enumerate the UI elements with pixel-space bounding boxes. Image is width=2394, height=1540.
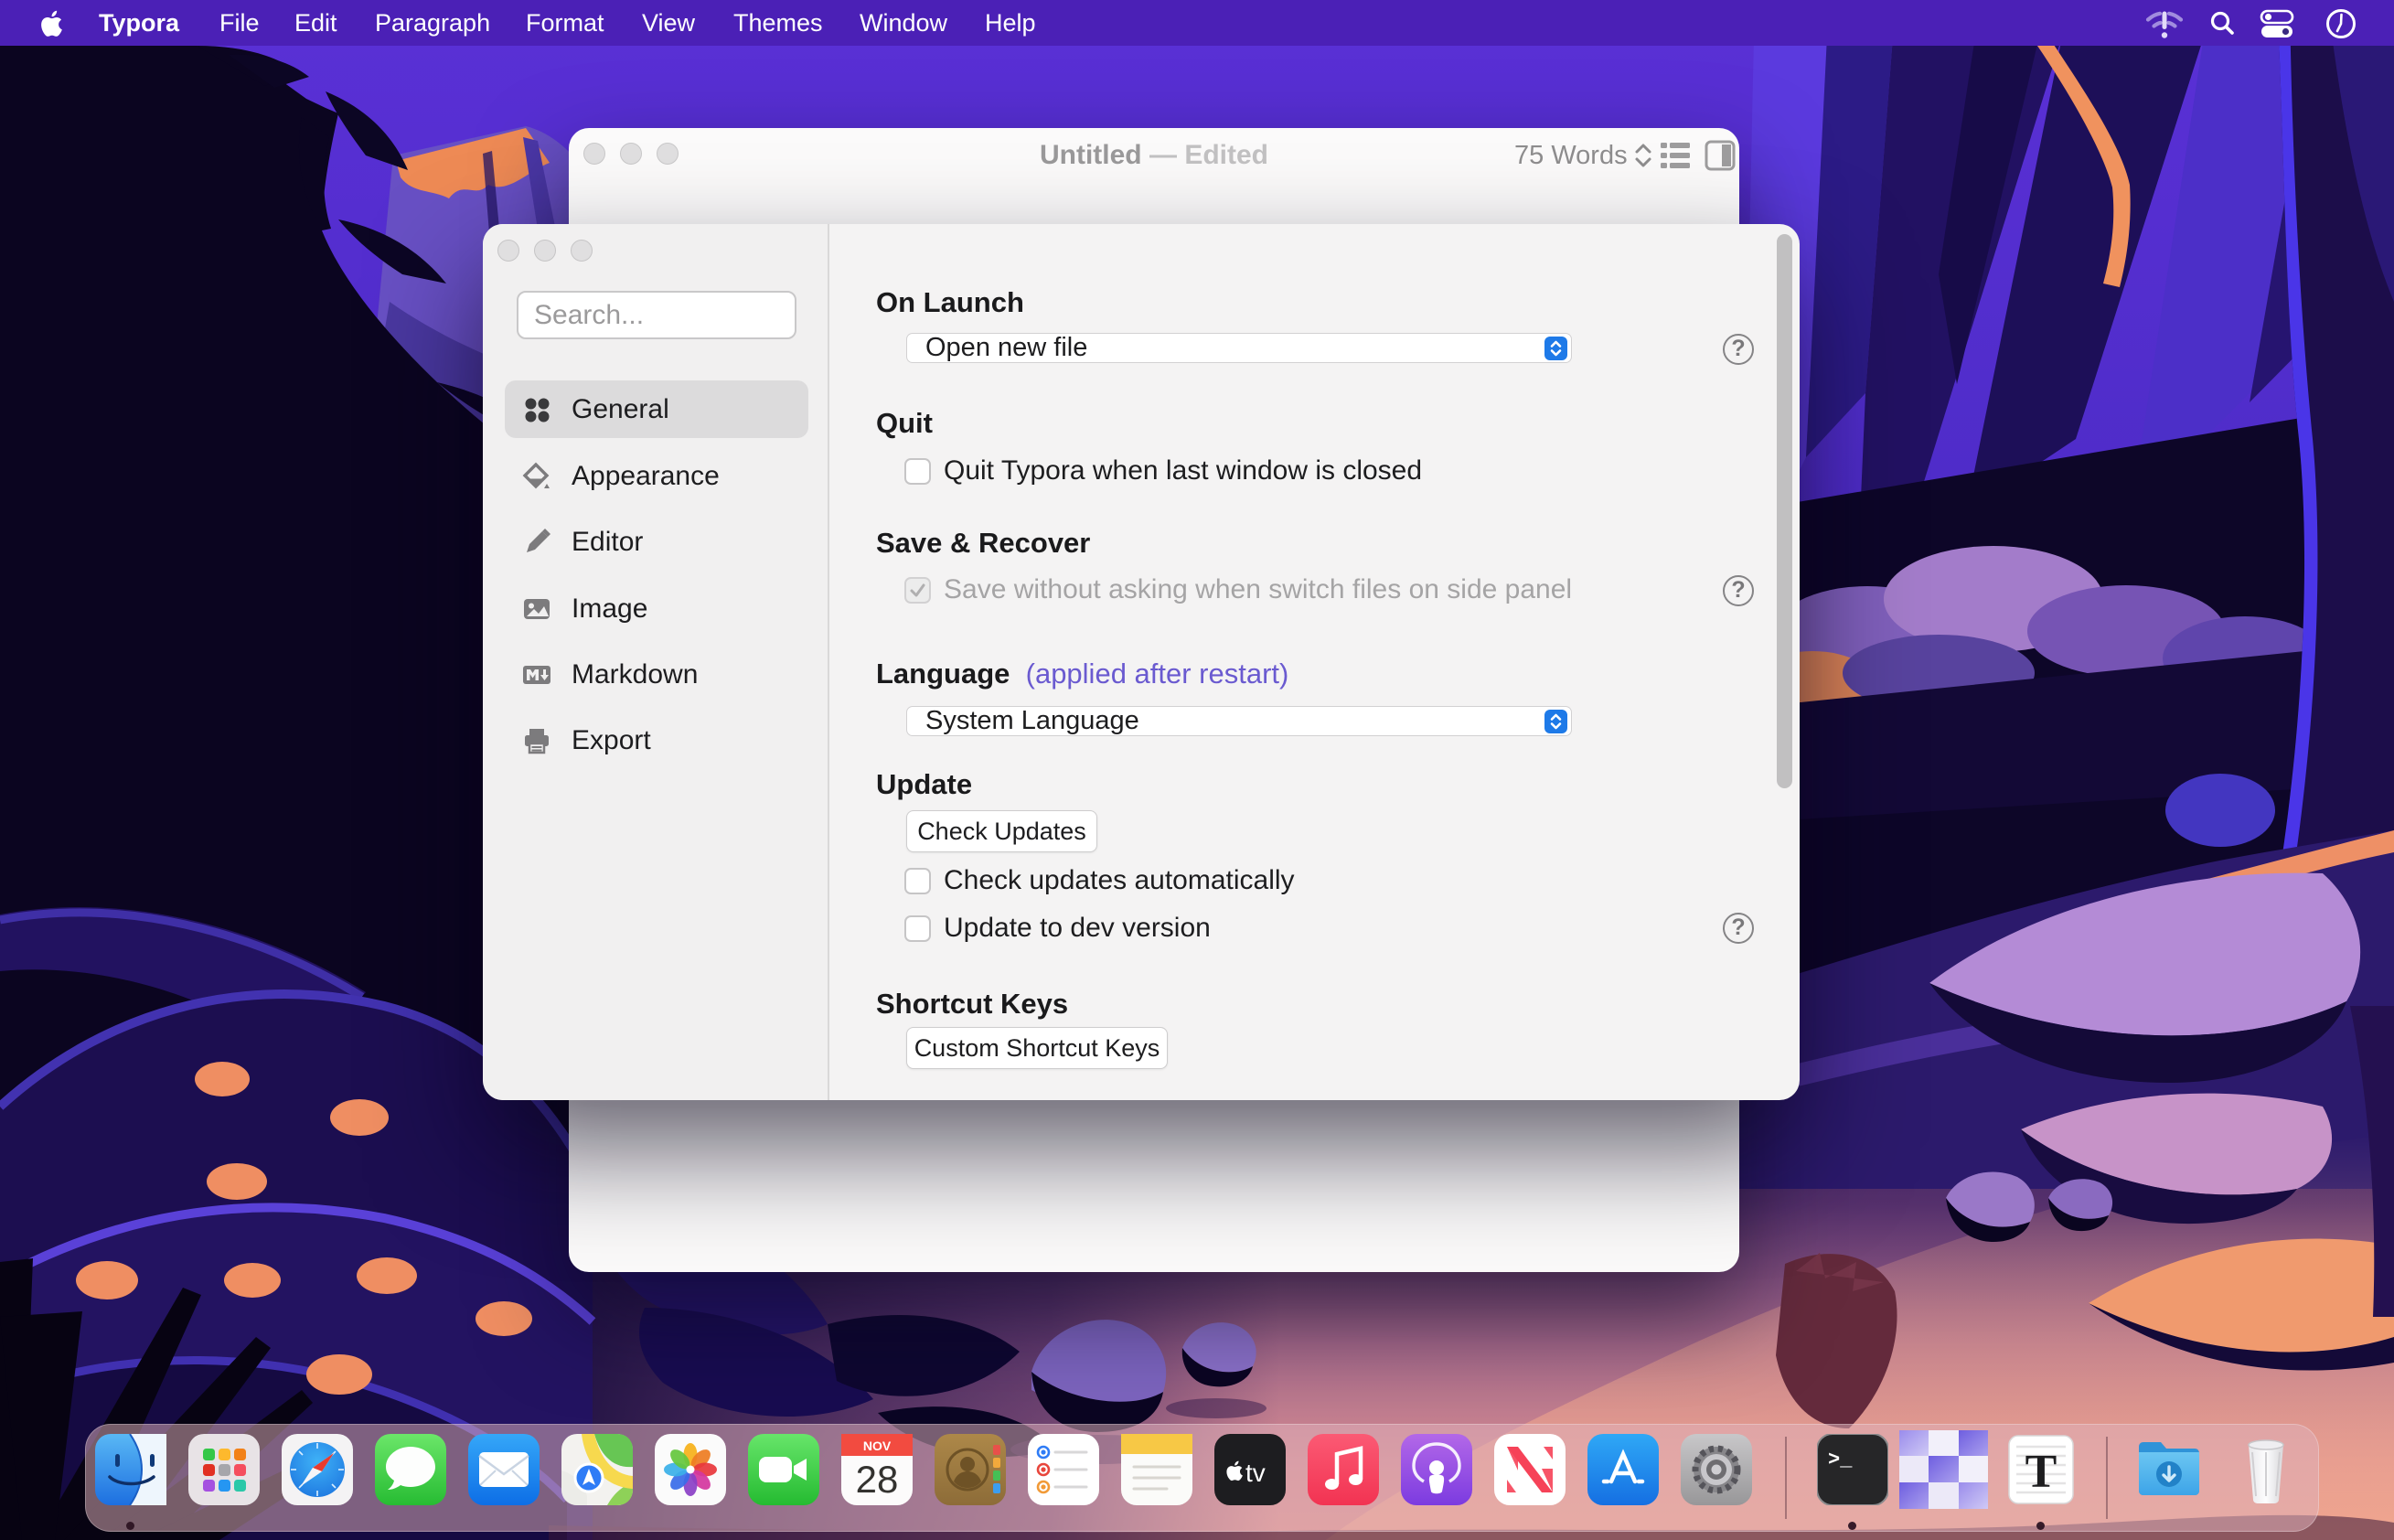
svg-text:NOV: NOV [863,1438,892,1453]
svg-text:tv: tv [1245,1459,1266,1487]
svg-text:28: 28 [856,1458,899,1501]
svg-text:T: T [2025,1446,2057,1498]
svg-text:>_: >_ [1828,1449,1853,1471]
